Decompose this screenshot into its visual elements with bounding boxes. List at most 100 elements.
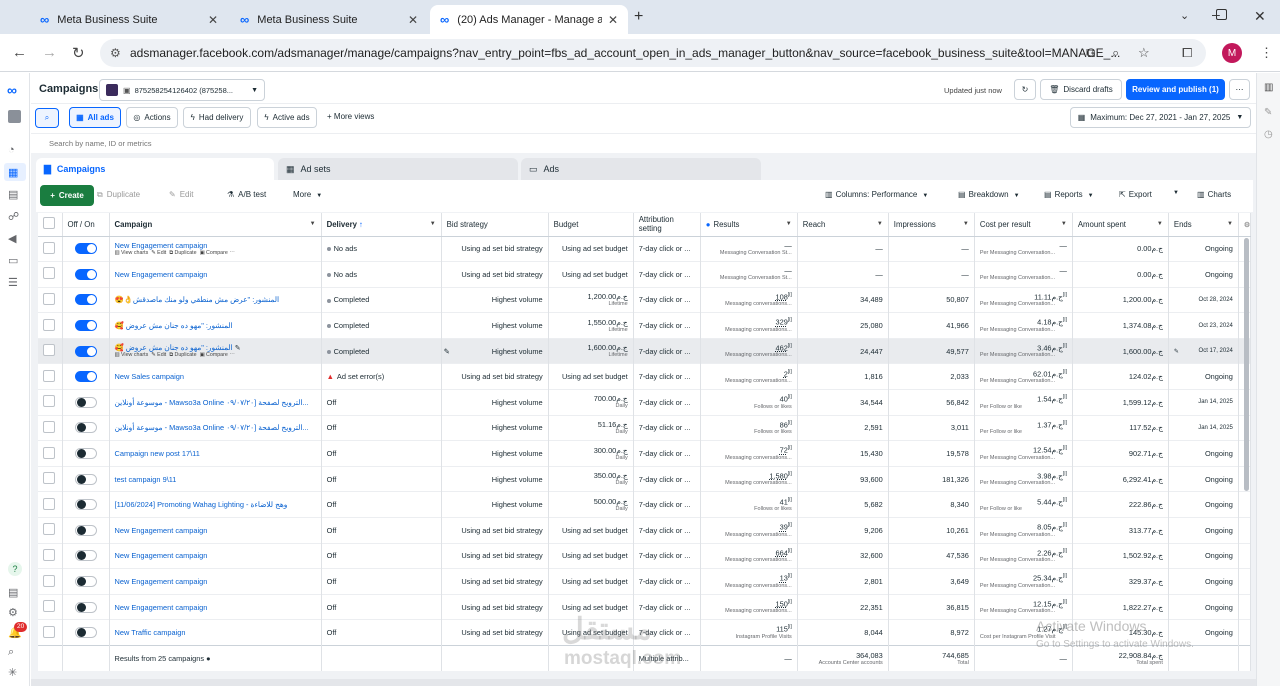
col-impressions[interactable]: Impressions ▼	[888, 213, 975, 237]
ab-test-button[interactable]: ⚗ A/B test	[227, 190, 266, 199]
row-checkbox[interactable]	[43, 625, 55, 638]
row-checkbox[interactable]	[43, 241, 55, 254]
extensions-icon[interactable]: ⧠	[1182, 45, 1192, 61]
ad-account-selector[interactable]: ▣ 875258254126402 (875258... ▼	[99, 79, 265, 101]
table-row[interactable]: New Engagement campaign Off Using ad set…	[38, 517, 1252, 544]
edit-button[interactable]: ✎ Edit	[169, 190, 194, 199]
row-checkbox[interactable]	[43, 420, 55, 433]
row-checkbox[interactable]	[43, 472, 55, 485]
table-row[interactable]: 😍👌المنشور: "عرض مش منطقي ولو منك ماصدقش …	[38, 287, 1252, 313]
col-budget[interactable]: Budget	[548, 213, 634, 237]
campaign-toggle[interactable]	[74, 371, 97, 383]
select-all-checkbox[interactable]	[43, 217, 55, 230]
close-icon[interactable]: ✕	[408, 13, 418, 27]
duplicate-link[interactable]: ⧉ Duplicate	[169, 250, 196, 256]
row-checkbox[interactable]	[43, 497, 55, 510]
megaphone-icon[interactable]: ◀	[8, 232, 16, 245]
search-icon[interactable]: ⌕	[8, 646, 14, 659]
pencil-icon[interactable]: ✎	[1264, 107, 1272, 118]
refresh-button[interactable]: ↻	[1014, 79, 1036, 100]
row-checkbox[interactable]	[43, 344, 55, 357]
table-scrollbar[interactable]	[1244, 238, 1249, 491]
meta-logo-icon[interactable]: ∞	[7, 82, 17, 98]
settings-icon[interactable]: ⚙	[8, 606, 18, 619]
table-row[interactable]: New Engagement campaign Off Using ad set…	[38, 543, 1252, 569]
campaign-name-link[interactable]: New Engagement campaign	[115, 270, 208, 279]
review-publish-button[interactable]: Review and publish (1)	[1126, 79, 1225, 100]
profile-avatar[interactable]: M	[1222, 43, 1242, 63]
view-charts-link[interactable]: ▥ View charts	[115, 250, 149, 256]
campaign-toggle[interactable]	[74, 576, 97, 588]
site-info-icon[interactable]: ⚙	[110, 46, 121, 60]
date-range-picker[interactable]: ▦ Maximum: Dec 27, 2021 - Jan 27, 2025 ▼	[1070, 107, 1251, 128]
col-ends[interactable]: Ends ▼	[1168, 213, 1239, 237]
campaign-name-link[interactable]: موسوعة أونلاين - Mawso3a Online الترويج …	[115, 398, 309, 407]
install-icon[interactable]: ⧉	[1086, 45, 1095, 61]
columns-button[interactable]: ▥ Columns: Performance ▼	[825, 190, 928, 199]
close-icon[interactable]: ✕	[208, 13, 218, 27]
campaign-name-link[interactable]: New Sales campaign	[115, 372, 184, 381]
table-row[interactable]: موسوعة أونلاين - Mawso3a Online الترويج …	[38, 415, 1252, 441]
kebab-menu-icon[interactable]: ⋮	[1260, 45, 1273, 61]
more-button[interactable]: More ▼	[293, 190, 322, 199]
table-row[interactable]: New Engagement campaign No ads Using ad …	[38, 261, 1252, 288]
export-button[interactable]: ⇱ Export	[1119, 190, 1152, 199]
duplicate-button[interactable]: ⧉ Duplicate	[97, 190, 140, 200]
campaign-name-link[interactable]: New Engagement campaign	[115, 603, 208, 612]
close-window-icon[interactable]: ✕	[1254, 8, 1266, 25]
pencil-icon[interactable]: ✎	[1174, 348, 1179, 355]
campaign-toggle[interactable]	[74, 294, 97, 306]
search-toggle-button[interactable]: ⌕	[35, 108, 59, 128]
edit-link[interactable]: ✎ Edit	[151, 250, 166, 256]
campaign-toggle[interactable]	[74, 320, 97, 332]
browser-tab-1[interactable]: ∞ Meta Business Suite ✕	[30, 5, 228, 34]
audiences-icon[interactable]: ☍	[8, 210, 19, 223]
horizontal-scroll-track[interactable]	[31, 679, 1256, 686]
campaign-name-link[interactable]: 😍👌المنشور: "عرض مش منطقي ولو منك ماصدقش	[115, 295, 280, 304]
col-delivery[interactable]: Delivery ↑ ▼	[321, 213, 442, 237]
campaign-toggle[interactable]	[74, 473, 97, 485]
reload-icon[interactable]: ↻	[72, 44, 85, 62]
new-tab-icon[interactable]: +	[634, 8, 643, 26]
search-input[interactable]	[49, 136, 549, 150]
account-avatar[interactable]	[8, 110, 21, 123]
table-row[interactable]: موسوعة أونلاين - Mawso3a Online الترويج …	[38, 389, 1252, 416]
had-delivery-filter[interactable]: ϟ Had delivery	[183, 107, 251, 128]
campaign-toggle[interactable]	[74, 448, 97, 460]
campaign-name-link[interactable]: New Engagement campaign	[115, 241, 208, 250]
table-row[interactable]: New Engagement campaign ▥ View charts ✎ …	[38, 236, 1252, 262]
row-checkbox[interactable]	[43, 395, 55, 408]
campaign-name-link[interactable]: New Engagement campaign	[115, 551, 208, 560]
col-campaign[interactable]: Campaign ▼	[109, 213, 322, 237]
all-ads-filter[interactable]: ▦ All ads	[69, 107, 121, 128]
maximize-icon[interactable]	[1216, 9, 1227, 20]
discard-drafts-button[interactable]: 🗑 Discard drafts	[1040, 79, 1122, 100]
news-icon[interactable]: ▤	[8, 586, 18, 599]
campaign-toggle[interactable]	[74, 601, 97, 613]
table-row[interactable]: Campaign new post 17\11 Off Highest volu…	[38, 440, 1252, 467]
bug-icon[interactable]: ✳	[8, 666, 17, 679]
more-views-button[interactable]: + More views	[327, 112, 374, 121]
row-checkbox[interactable]	[43, 523, 55, 536]
zoom-icon[interactable]: ⌕	[1112, 45, 1119, 61]
chevron-down-icon[interactable]: ⌄	[1180, 9, 1189, 22]
col-results[interactable]: ● Results ▼	[700, 213, 798, 237]
campaign-toggle[interactable]	[74, 243, 97, 255]
compare-link[interactable]: ▣ Compare	[200, 352, 228, 358]
edit-link[interactable]: ✎ Edit	[151, 352, 166, 358]
campaign-toggle[interactable]	[74, 268, 97, 280]
campaign-name-link[interactable]: موسوعة أونلاين - Mawso3a Online الترويج …	[115, 423, 309, 432]
col-spent[interactable]: Amount spent ▼	[1072, 213, 1169, 237]
campaign-name-link[interactable]: Campaign new post 17\11	[115, 449, 200, 458]
more-options-button[interactable]: ⋯	[1229, 79, 1250, 100]
history-icon[interactable]: ◷	[1264, 129, 1273, 140]
help-icon[interactable]: ?	[8, 562, 22, 576]
campaign-name-link[interactable]: 🥰 المنشور: "مهو ده جنان مش عروض	[115, 321, 233, 330]
col-bid[interactable]: Bid strategy	[441, 213, 549, 237]
export-caret-icon[interactable]: ▼	[1173, 190, 1179, 196]
campaign-name-link[interactable]: 🥰 المنشور: "مهو ده جنان مش عروض	[115, 343, 233, 352]
compare-link[interactable]: ▣ Compare	[200, 250, 228, 256]
campaign-name-link[interactable]: [11/06/2024] Promoting Wahag Lighting - …	[115, 500, 288, 509]
row-checkbox[interactable]	[43, 292, 55, 305]
reports-button[interactable]: ▤ Reports ▼	[1044, 190, 1094, 199]
